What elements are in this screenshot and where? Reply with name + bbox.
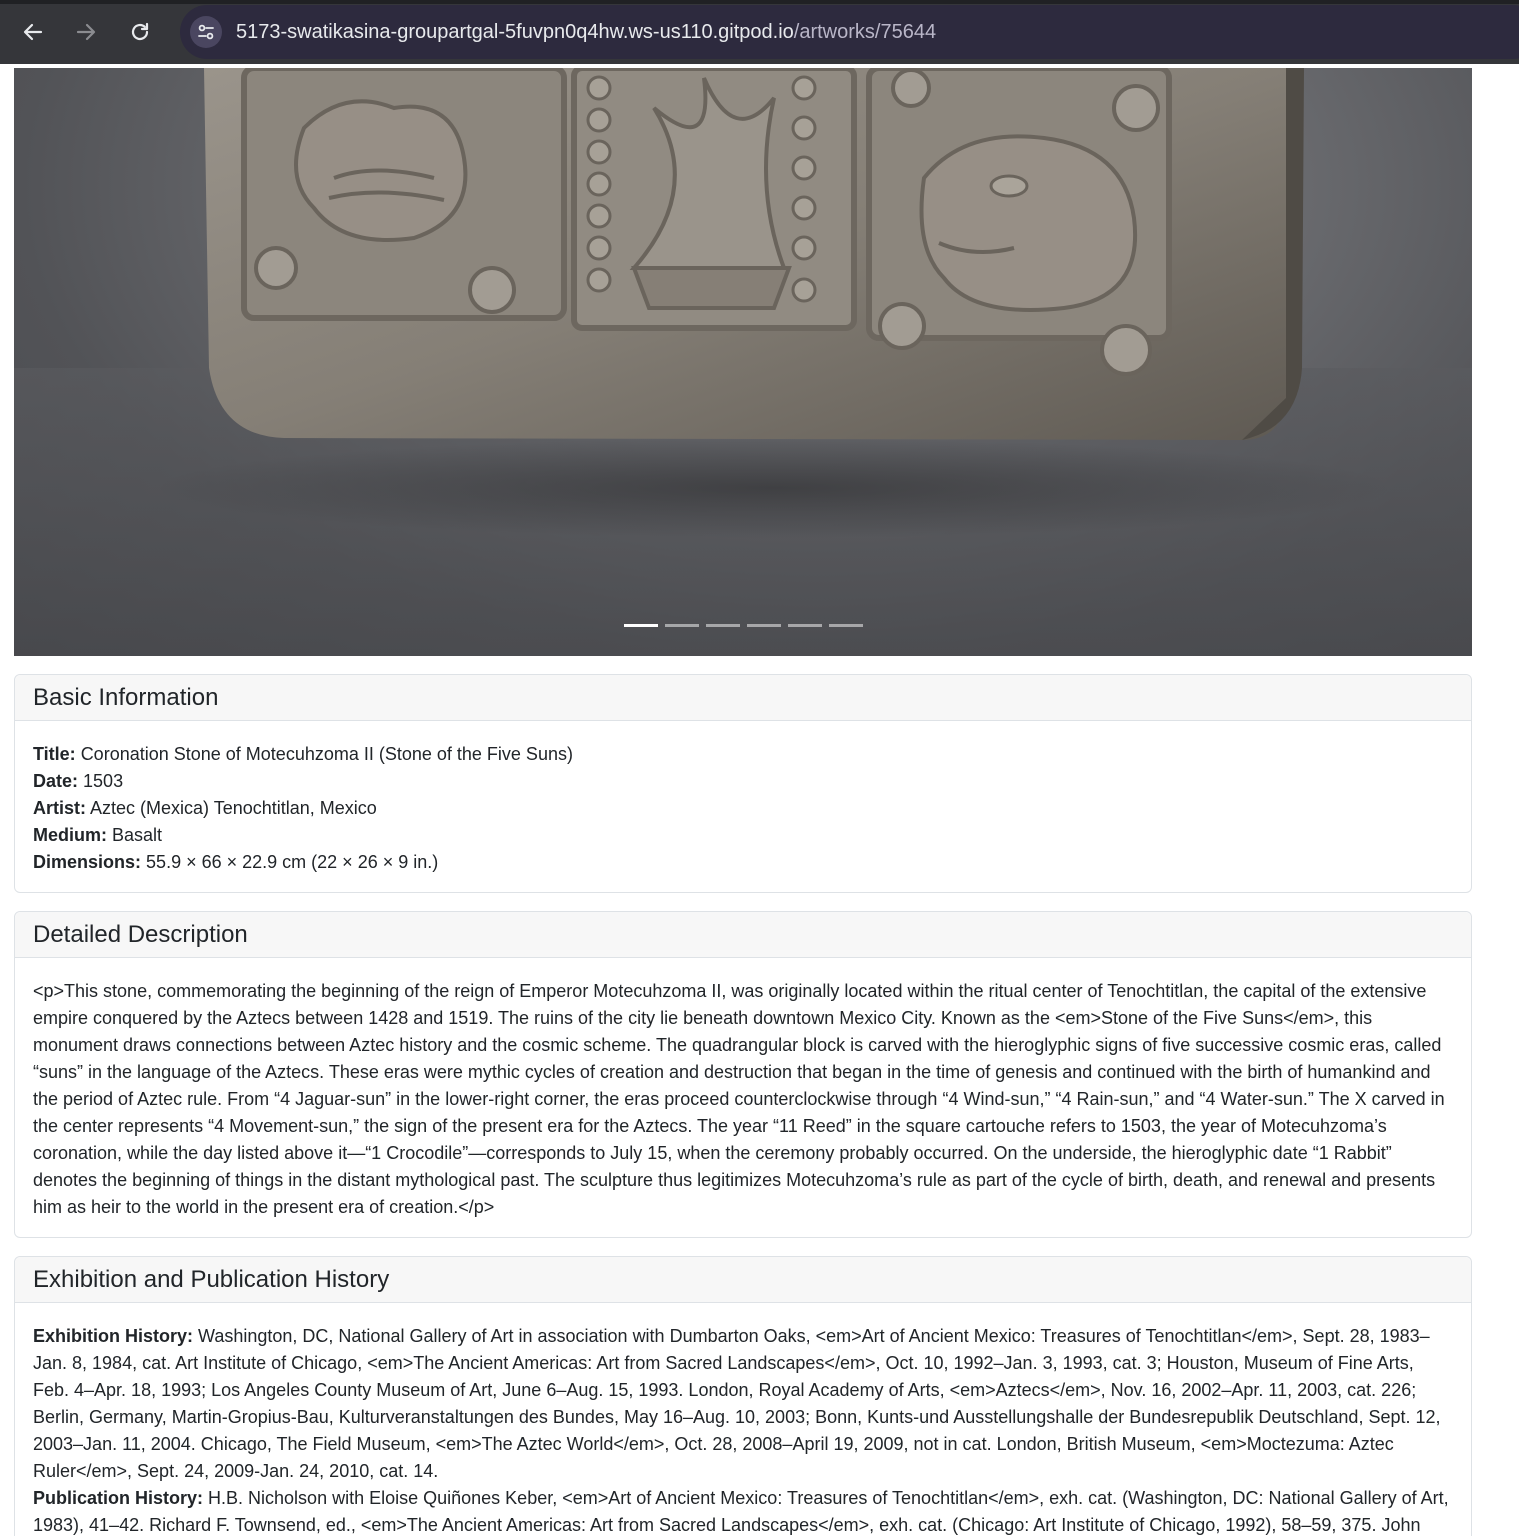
date-value: 1503 bbox=[83, 771, 124, 791]
reload-icon bbox=[131, 22, 149, 41]
carousel-indicators bbox=[624, 624, 863, 627]
description-text: <p>This stone, commemorating the beginni… bbox=[33, 981, 1445, 1217]
tune-icon bbox=[198, 24, 214, 40]
publication-history: Publication History: H.B. Nicholson with… bbox=[33, 1485, 1453, 1536]
dimensions-value: 55.9 × 66 × 22.9 cm (22 × 26 × 9 in.) bbox=[146, 852, 439, 872]
reload-button[interactable] bbox=[124, 16, 156, 48]
date-label: Date: bbox=[33, 771, 79, 791]
history-heading: Exhibition and Publication History bbox=[15, 1257, 1471, 1303]
detailed-description-body: <p>This stone, commemorating the beginni… bbox=[15, 958, 1471, 1239]
basic-information-heading: Basic Information bbox=[15, 675, 1471, 721]
history-body: Exhibition History: Washington, DC, Nati… bbox=[15, 1303, 1471, 1536]
page-viewport: Basic Information Title: Coronation Ston… bbox=[0, 68, 1519, 1536]
history-card: Exhibition and Publication History Exhib… bbox=[14, 1256, 1472, 1536]
tab-strip bbox=[0, 0, 1519, 4]
address-bar[interactable]: 5173-swatikasina-groupartgal-5fuvpn0q4hw… bbox=[180, 5, 1519, 59]
carousel-indicator-5[interactable] bbox=[788, 624, 822, 627]
medium-row: Medium: Basalt bbox=[33, 822, 1453, 849]
artist-label: Artist: bbox=[33, 798, 86, 818]
basic-information-body: Title: Coronation Stone of Motecuhzoma I… bbox=[15, 721, 1471, 894]
title-value: Coronation Stone of Motecuhzoma II (Ston… bbox=[80, 744, 573, 764]
title-label: Title: bbox=[33, 744, 76, 764]
basic-information-card: Basic Information Title: Coronation Ston… bbox=[14, 674, 1472, 893]
dimensions-label: Dimensions: bbox=[33, 852, 142, 872]
detailed-description-card: Detailed Description <p>This stone, comm… bbox=[14, 911, 1472, 1238]
carousel-indicator-3[interactable] bbox=[706, 624, 740, 627]
exhibition-history: Exhibition History: Washington, DC, Nati… bbox=[33, 1323, 1453, 1485]
browser-toolbar: 5173-swatikasina-groupartgal-5fuvpn0q4hw… bbox=[0, 0, 1519, 64]
publication-history-text: H.B. Nicholson with Eloise Quiñones Kebe… bbox=[33, 1488, 1449, 1535]
title-row: Title: Coronation Stone of Motecuhzoma I… bbox=[33, 741, 1453, 768]
forward-button[interactable] bbox=[70, 16, 102, 48]
medium-label: Medium: bbox=[33, 825, 107, 845]
detailed-description-heading: Detailed Description bbox=[15, 912, 1471, 958]
dimensions-row: Dimensions: 55.9 × 66 × 22.9 cm (22 × 26… bbox=[33, 849, 1453, 876]
artist-value: Aztec (Mexica) Tenochtitlan, Mexico bbox=[90, 798, 377, 818]
artwork-carousel[interactable] bbox=[14, 68, 1472, 656]
date-row: Date: 1503 bbox=[33, 768, 1453, 795]
carousel-indicator-2[interactable] bbox=[665, 624, 699, 627]
medium-value: Basalt bbox=[112, 825, 163, 845]
publication-history-label: Publication History: bbox=[33, 1488, 204, 1508]
carousel-indicator-4[interactable] bbox=[747, 624, 781, 627]
artwork-image bbox=[14, 68, 1472, 656]
site-info-button[interactable] bbox=[190, 16, 222, 48]
exhibition-history-text: Washington, DC, National Gallery of Art … bbox=[33, 1326, 1441, 1481]
carousel-indicator-6[interactable] bbox=[829, 624, 863, 627]
url-host: 5173-swatikasina-groupartgal-5fuvpn0q4hw… bbox=[236, 21, 794, 43]
exhibition-history-label: Exhibition History: bbox=[33, 1326, 194, 1346]
url-text[interactable]: 5173-swatikasina-groupartgal-5fuvpn0q4hw… bbox=[236, 20, 936, 44]
url-path: /artworks/75644 bbox=[793, 21, 937, 43]
arrow-right-icon bbox=[76, 23, 96, 41]
back-button[interactable] bbox=[17, 16, 49, 48]
artist-row: Artist: Aztec (Mexica) Tenochtitlan, Mex… bbox=[33, 795, 1453, 822]
arrow-left-icon bbox=[23, 23, 43, 41]
carousel-indicator-1[interactable] bbox=[624, 624, 658, 627]
